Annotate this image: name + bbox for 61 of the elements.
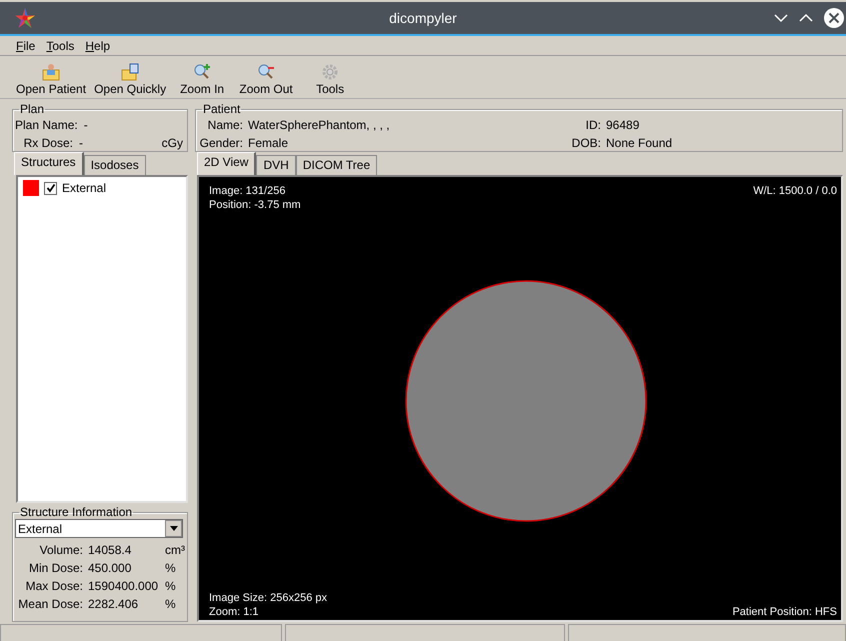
zoom-in-icon [192,63,212,81]
structure-dropdown[interactable]: External [15,519,183,538]
field-label: Plan Name: [15,118,78,132]
overlay-text: Patient Position: HFS [732,606,837,618]
overlay-text: Zoom: 1:1 [209,606,260,618]
window-title: dicompyler [389,10,457,26]
menu-item[interactable]: Help [85,38,110,52]
tab[interactable]: Structures [14,152,84,175]
field-value: Female [248,136,290,150]
structure-name[interactable]: External [62,181,106,195]
unit-label: % [165,597,177,611]
field-value: - [84,118,88,132]
unit-label: % [165,561,177,575]
field-label: Gender: [198,136,243,150]
folder-person-icon [41,63,62,81]
checkbox[interactable] [44,182,57,194]
tab[interactable]: DICOM Tree [296,155,378,175]
group-title: Patient [202,102,242,116]
unit-label: cm³ [165,543,183,557]
field-value: None Found [606,136,672,150]
field-label: Min Dose: [28,561,83,575]
toolbar-button[interactable]: Zoom Out [234,63,298,96]
overlay-text: Image Size: 256x256 px [209,592,328,604]
field-label: Volume: [38,543,83,557]
field-label: ID: [584,118,601,132]
toolbar-button[interactable]: Open Patient [12,63,90,96]
unit-label: % [165,579,177,593]
close-icon[interactable] [824,8,844,28]
tab[interactable]: DVH [256,155,296,175]
menu-item[interactable]: File [16,38,36,52]
toolbar-button[interactable]: Open Quickly [90,63,170,96]
field-label: Mean Dose: [17,597,83,611]
field-value: 1590400.000 [88,579,160,593]
overlay-text: Image: 131/256 [209,185,286,197]
unit-label: cGy [162,136,183,150]
dropdown-arrow-icon [170,526,178,531]
minimize-icon[interactable] [774,13,788,23]
group-title: Structure Information [19,505,134,519]
overlay-text: Position: -3.75 mm [209,199,301,211]
toolbar-button[interactable]: Zoom In [170,63,234,96]
field-label: Max Dose: [24,579,83,593]
field-value: 96489 [606,118,640,132]
tab[interactable]: 2D View [197,152,256,175]
field-value: WaterSpherePhantom, , , , [248,118,391,132]
group-title: Plan [19,102,46,116]
field-label: Name: [206,118,243,132]
folder-window-icon [120,63,140,81]
star-logo-icon [14,7,36,29]
zoom-out-icon [256,63,276,81]
field-value: 14058.4 [88,543,132,557]
field-value: 2282.406 [88,597,140,611]
gear-icon [320,63,340,81]
field-value: 450.000 [88,561,132,575]
maximize-icon[interactable] [799,13,813,23]
field-label: DOB: [570,136,601,150]
menu-item[interactable]: Tools [46,38,74,52]
field-label: Rx Dose: [22,136,73,150]
overlay-text: W/L: 1500.0 / 0.0 [753,185,837,197]
toolbar-button[interactable]: Tools [298,63,362,96]
field-value: - [79,136,84,150]
tab[interactable]: Isodoses [84,155,146,175]
